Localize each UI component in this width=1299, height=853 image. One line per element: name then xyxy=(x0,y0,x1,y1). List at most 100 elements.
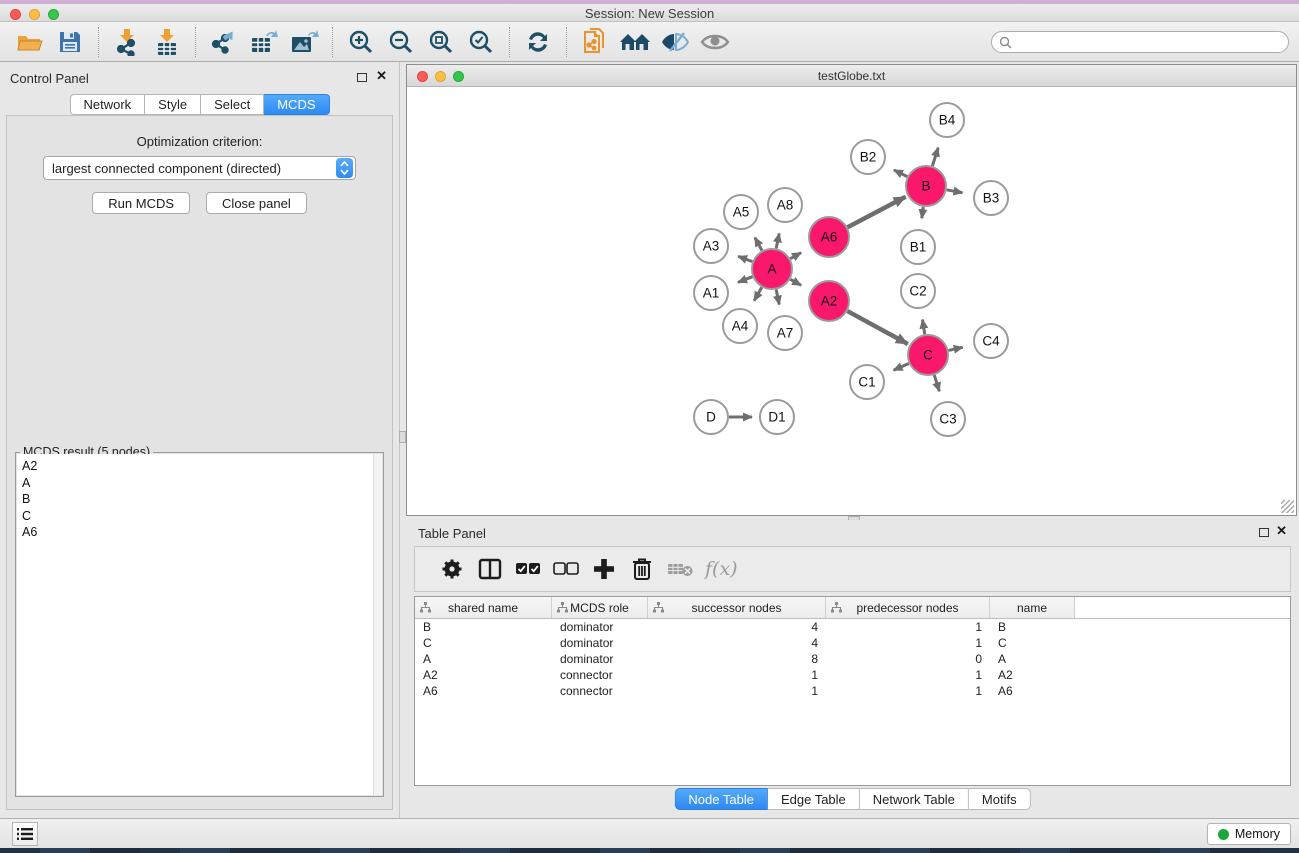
graph-node-A7[interactable]: A7 xyxy=(768,316,802,350)
table-cell[interactable]: 4 xyxy=(648,635,826,651)
graph-edge-A-A1[interactable] xyxy=(738,277,752,283)
result-item[interactable]: C xyxy=(22,508,382,525)
table-cell[interactable]: 8 xyxy=(648,651,826,667)
show-hide-graphics-details-button[interactable] xyxy=(655,25,695,59)
import-table-button[interactable] xyxy=(147,25,187,59)
table-cell[interactable]: B xyxy=(415,619,552,635)
table-cell[interactable]: dominator xyxy=(552,619,648,635)
table-row[interactable]: Cdominator41C xyxy=(415,635,1290,651)
graph-edge-A-A4[interactable] xyxy=(754,287,762,300)
column-header-shared-name[interactable]: shared name xyxy=(415,597,552,618)
graph-node-C3[interactable]: C3 xyxy=(931,402,965,436)
graph-node-C2[interactable]: C2 xyxy=(901,274,935,308)
create-column-button[interactable] xyxy=(585,551,623,587)
toggle-view-button[interactable] xyxy=(695,25,735,59)
delete-table-button[interactable] xyxy=(661,551,699,587)
table-cell[interactable]: dominator xyxy=(552,635,648,651)
network-canvas[interactable]: B4B2BB3A5A8A6B1A3AC2A1A2A4A7C4CC1C3DD1 xyxy=(407,87,1296,515)
tab-style[interactable]: Style xyxy=(145,94,201,115)
graph-node-B1[interactable]: B1 xyxy=(901,230,935,264)
table-cell[interactable]: A2 xyxy=(415,667,552,683)
tab-network-table[interactable]: Network Table xyxy=(860,788,969,810)
search-field[interactable] xyxy=(991,31,1289,53)
table-cell[interactable]: 1 xyxy=(826,635,990,651)
graph-node-A8[interactable]: A8 xyxy=(768,188,802,222)
hide-all-columns-button[interactable] xyxy=(547,551,585,587)
tab-node-table[interactable]: Node Table xyxy=(674,788,768,810)
function-builder-button[interactable]: f(x) xyxy=(705,558,738,580)
tab-edge-table[interactable]: Edge Table xyxy=(768,788,860,810)
result-item[interactable]: A6 xyxy=(22,524,382,541)
graph-edge-A-A5[interactable] xyxy=(755,237,762,250)
graph-edge-C-C1[interactable] xyxy=(894,363,909,370)
zoom-out-button[interactable] xyxy=(381,25,421,59)
graph-node-A6[interactable]: A6 xyxy=(809,217,849,257)
graph-edge-C-C3[interactable] xyxy=(934,375,939,391)
delete-columns-button[interactable] xyxy=(623,551,661,587)
table-row[interactable]: A6connector11A6 xyxy=(415,683,1290,699)
toggle-column-view-button[interactable] xyxy=(471,551,509,587)
graph-node-C1[interactable]: C1 xyxy=(850,365,884,399)
graph-edge-A-A3[interactable] xyxy=(738,256,752,261)
table-row[interactable]: Adominator80A xyxy=(415,651,1290,667)
table-cell[interactable]: 1 xyxy=(648,667,826,683)
save-session-button[interactable] xyxy=(50,25,90,59)
apply-preferred-layout-button[interactable] xyxy=(518,25,558,59)
result-item[interactable]: A2 xyxy=(22,458,382,475)
graph-node-C[interactable]: C xyxy=(908,335,948,375)
graph-edge-A6-B[interactable] xyxy=(848,197,906,228)
table-cell[interactable]: C xyxy=(990,635,1075,651)
table-cell[interactable]: B xyxy=(990,619,1075,635)
table-cell[interactable]: A6 xyxy=(990,683,1075,699)
run-mcds-button[interactable]: Run MCDS xyxy=(92,192,190,214)
table-row[interactable]: Bdominator41B xyxy=(415,619,1290,635)
table-cell[interactable]: connector xyxy=(552,667,648,683)
graph-edge-B-B2[interactable] xyxy=(894,170,907,177)
column-header-successor-nodes[interactable]: successor nodes xyxy=(648,597,826,618)
graph-node-B[interactable]: B xyxy=(906,166,946,206)
export-image-button[interactable] xyxy=(284,25,324,59)
graph-edge-A-A6[interactable] xyxy=(790,253,801,259)
memory-button[interactable]: Memory xyxy=(1207,823,1291,845)
result-item[interactable]: A xyxy=(22,475,382,492)
table-cell[interactable]: connector xyxy=(552,683,648,699)
graph-node-B3[interactable]: B3 xyxy=(974,181,1008,215)
graph-edge-B-B1[interactable] xyxy=(922,207,923,218)
column-header-name[interactable]: name xyxy=(990,597,1075,618)
network-graph[interactable]: B4B2BB3A5A8A6B1A3AC2A1A2A4A7C4CC1C3DD1 xyxy=(407,87,1296,515)
table-cell[interactable]: 1 xyxy=(826,619,990,635)
float-panel-icon[interactable] xyxy=(357,73,367,82)
column-header-predecessor-nodes[interactable]: predecessor nodes xyxy=(826,597,990,618)
table-cell[interactable]: C xyxy=(415,635,552,651)
graph-node-D1[interactable]: D1 xyxy=(760,400,794,434)
graph-node-B2[interactable]: B2 xyxy=(851,140,885,174)
tab-mcds[interactable]: MCDS xyxy=(264,94,329,115)
zoom-fit-button[interactable] xyxy=(421,25,461,59)
graph-node-D[interactable]: D xyxy=(694,400,728,434)
graph-node-A5[interactable]: A5 xyxy=(724,195,758,229)
export-table-button[interactable] xyxy=(244,25,284,59)
close-panel-icon[interactable]: ✕ xyxy=(1276,524,1287,538)
graph-edge-C-C4[interactable] xyxy=(948,347,962,350)
graph-node-C4[interactable]: C4 xyxy=(974,324,1008,358)
search-input[interactable] xyxy=(1016,35,1276,49)
close-panel-icon[interactable]: ✕ xyxy=(376,69,387,83)
table-options-button[interactable] xyxy=(433,551,471,587)
export-network-button[interactable] xyxy=(204,25,244,59)
graph-node-A1[interactable]: A1 xyxy=(694,276,728,310)
tab-motifs[interactable]: Motifs xyxy=(969,788,1031,810)
vertical-splitter-handle[interactable] xyxy=(399,431,406,443)
zoom-in-button[interactable] xyxy=(341,25,381,59)
result-list-scrollbar[interactable] xyxy=(373,454,382,795)
table-cell[interactable]: dominator xyxy=(552,651,648,667)
graph-node-A[interactable]: A xyxy=(752,249,792,289)
table-cell[interactable]: A6 xyxy=(415,683,552,699)
table-cell[interactable]: 0 xyxy=(826,651,990,667)
graph-edge-B-B4[interactable] xyxy=(932,148,938,166)
graph-node-A3[interactable]: A3 xyxy=(694,229,728,263)
graph-edge-A-A7[interactable] xyxy=(776,290,779,305)
tab-select[interactable]: Select xyxy=(201,94,264,115)
table-cell[interactable]: 1 xyxy=(826,683,990,699)
table-row[interactable]: A2connector11A2 xyxy=(415,667,1290,683)
close-panel-button[interactable]: Close panel xyxy=(206,192,307,214)
